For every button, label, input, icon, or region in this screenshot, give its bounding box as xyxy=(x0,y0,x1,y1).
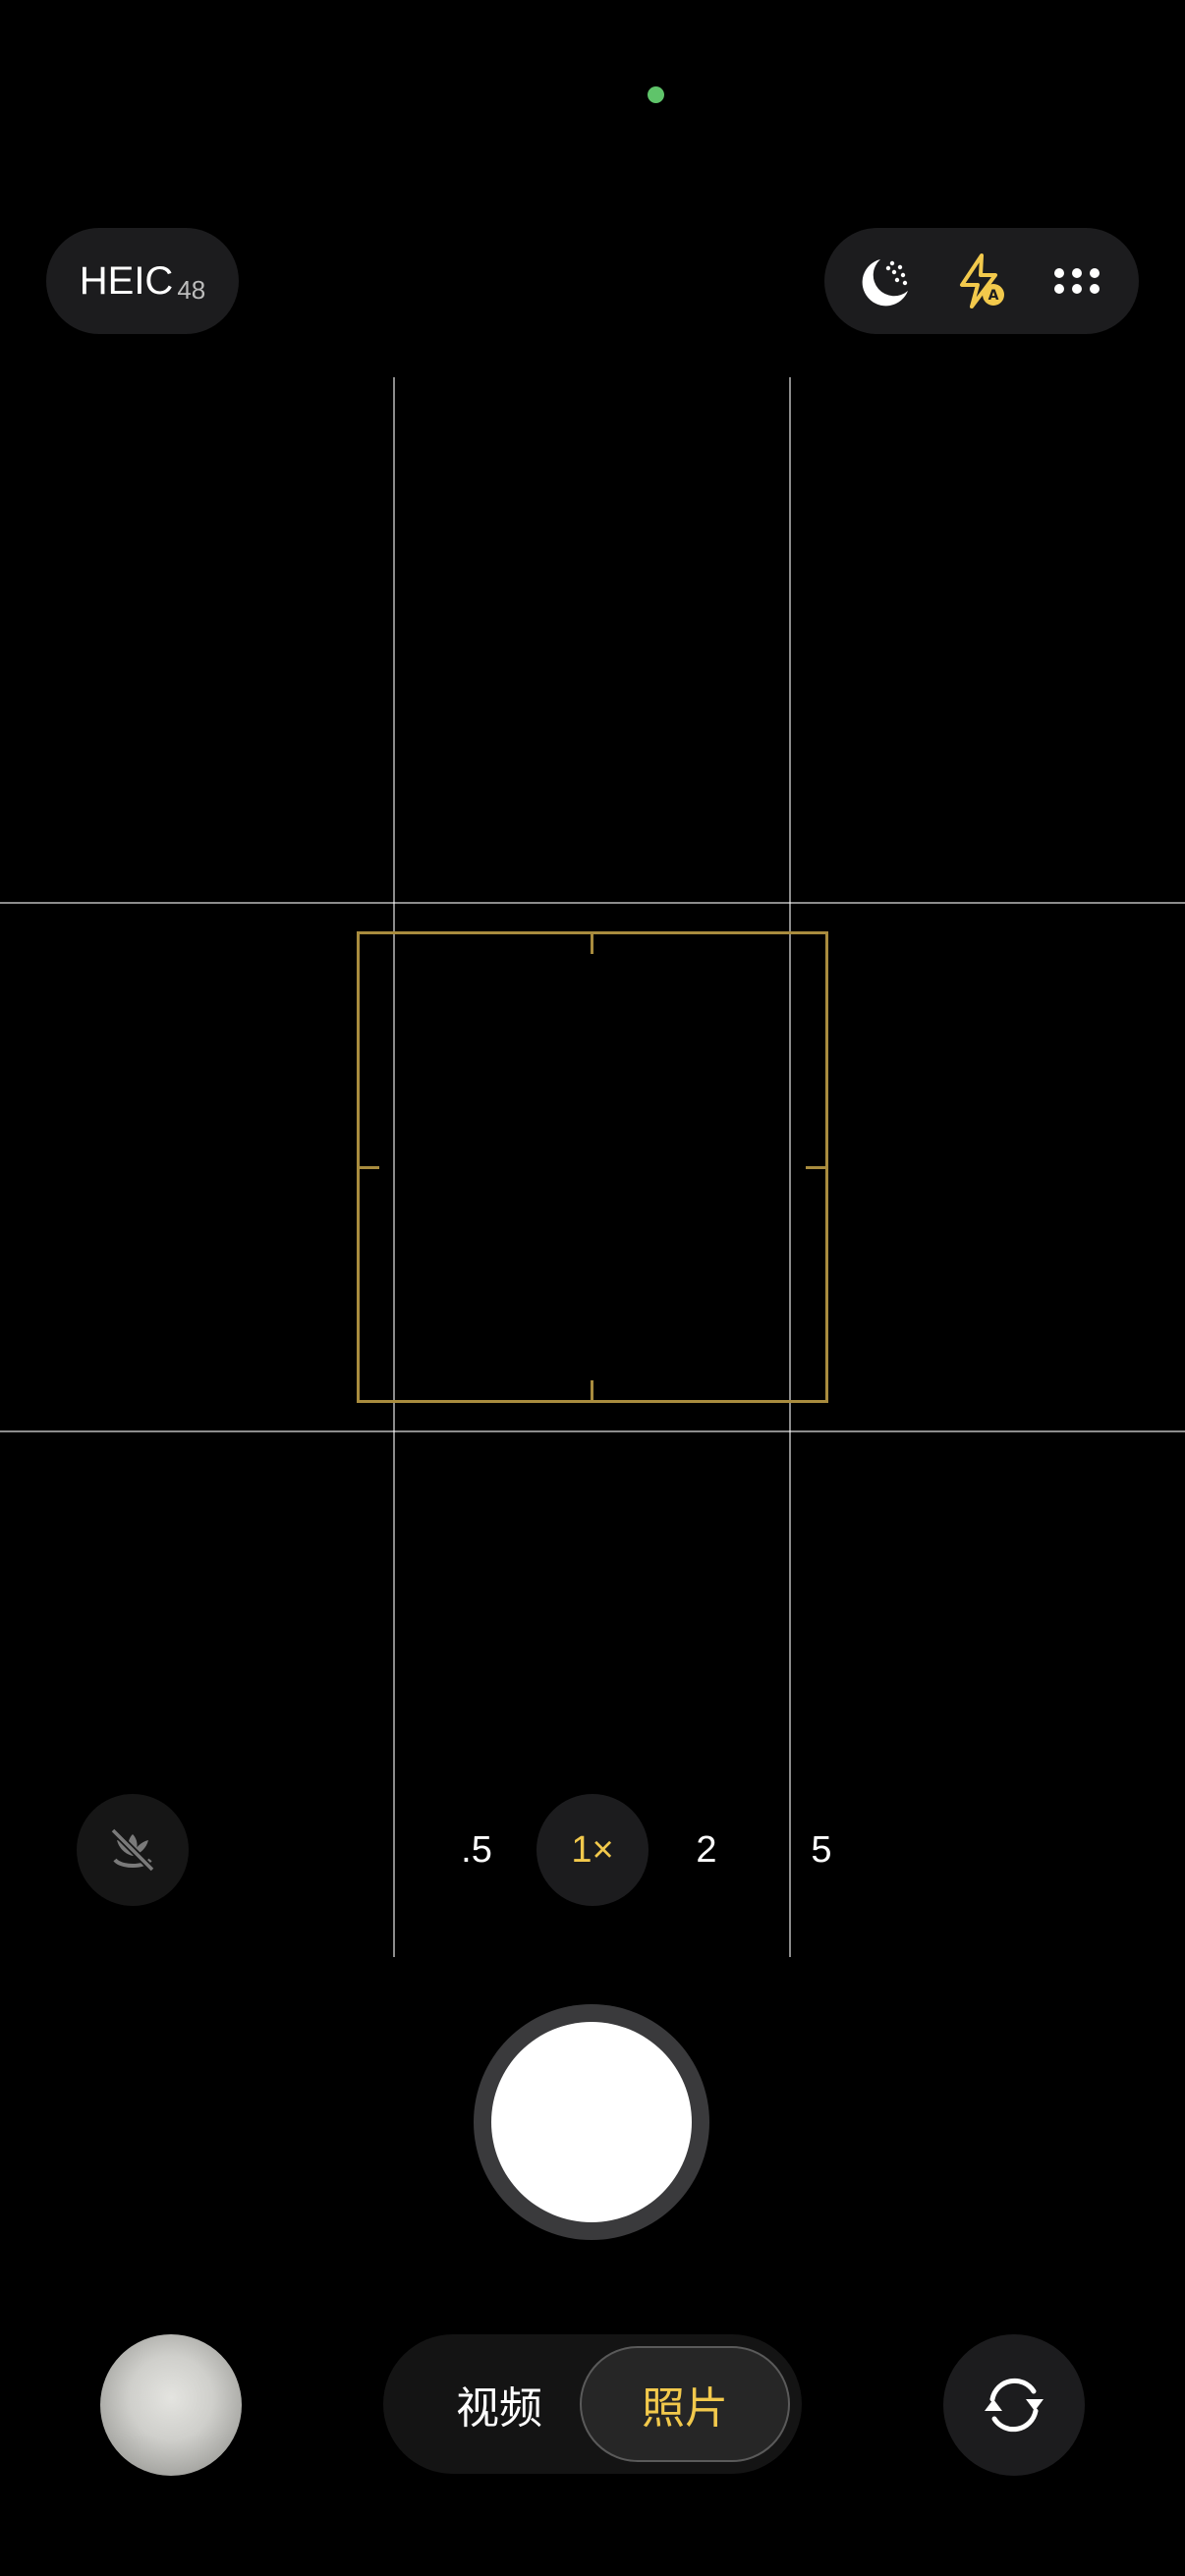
focus-frame xyxy=(357,931,828,1403)
svg-text:A: A xyxy=(988,288,999,304)
focus-tick-left xyxy=(360,1166,379,1169)
grid-line-horizontal xyxy=(0,1430,1185,1432)
grid-line-horizontal xyxy=(0,902,1185,904)
format-label: HEIC xyxy=(79,258,174,303)
flash-auto-button[interactable]: A xyxy=(942,242,1021,320)
focus-tick-top xyxy=(591,934,593,954)
mode-video[interactable]: 视频 xyxy=(401,2346,597,2462)
focus-tick-right xyxy=(806,1166,825,1169)
switch-camera-icon xyxy=(985,2378,1044,2433)
format-resolution: 48 xyxy=(177,274,206,305)
more-icon xyxy=(1054,268,1100,294)
more-settings-button[interactable] xyxy=(1038,242,1116,320)
privacy-indicator-dot xyxy=(648,86,664,103)
zoom-option-5[interactable]: 5 xyxy=(765,1794,877,1906)
zoom-option-2[interactable]: 2 xyxy=(650,1794,762,1906)
macro-off-icon xyxy=(110,1827,155,1873)
format-toggle-button[interactable]: HEIC 48 xyxy=(46,228,239,334)
zoom-option-1x[interactable]: 1× xyxy=(536,1794,649,1906)
zoom-option-0.5[interactable]: .5 xyxy=(421,1794,533,1906)
mode-photo[interactable]: 照片 xyxy=(580,2346,790,2462)
gallery-thumbnail[interactable] xyxy=(100,2334,242,2476)
shutter-button-core xyxy=(491,2022,692,2222)
switch-camera-button[interactable] xyxy=(943,2334,1085,2476)
focus-tick-bottom xyxy=(591,1380,593,1400)
macro-toggle-button[interactable] xyxy=(77,1794,189,1906)
shutter-button[interactable] xyxy=(474,2004,709,2240)
flash-auto-icon: A xyxy=(959,253,1004,308)
quick-settings-bar: A xyxy=(824,228,1139,334)
night-mode-button[interactable] xyxy=(847,242,926,320)
night-mode-icon xyxy=(862,259,908,307)
